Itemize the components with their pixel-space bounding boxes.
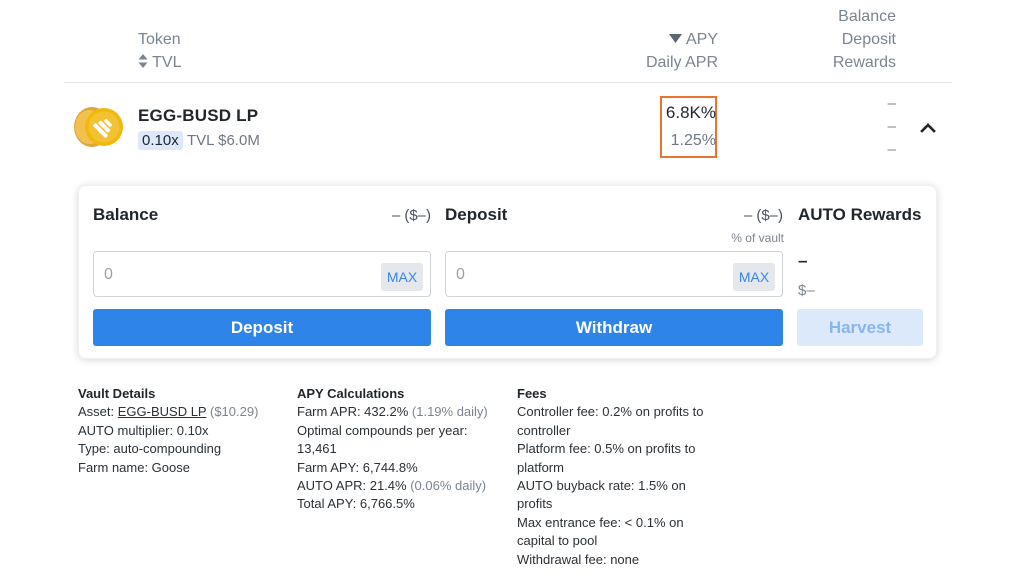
header-daily-apr[interactable]: Daily APR	[620, 51, 718, 74]
header-deposit[interactable]: Deposit	[800, 28, 896, 51]
vault-details-title: Vault Details	[78, 386, 156, 401]
token-tvl: TVL $6.0M	[187, 132, 260, 149]
asset-prefix: Asset:	[78, 404, 118, 420]
withdraw-button[interactable]: Withdraw	[445, 309, 783, 346]
deposit-max-button[interactable]: MAX	[733, 263, 775, 291]
platform-fee-line: Platform fee: 0.5% on profits to	[517, 441, 696, 457]
header-tvl-sort[interactable]: TVL	[138, 51, 182, 74]
header-rewards[interactable]: Rewards	[800, 51, 896, 74]
apy-value: 6.8K%	[665, 103, 716, 122]
updown-sort-icon	[138, 54, 148, 68]
controller-fee-line-2: controller	[517, 422, 571, 438]
header-token-label[interactable]: Token	[138, 28, 181, 51]
type-line: Type: auto-compounding	[78, 441, 222, 457]
withdrawal-fee-line: Withdrawal fee: none	[517, 551, 640, 567]
header-apy-sort[interactable]: APY	[640, 28, 718, 51]
entrance-fee-line-2: capital to pool	[517, 533, 598, 549]
deposit-value: – ($–)	[743, 207, 783, 224]
buyback-rate-line-2: profits	[517, 496, 553, 512]
harvest-button[interactable]: Harvest	[797, 309, 923, 346]
asset-price: ($10.29)	[206, 404, 259, 420]
balance-amount-input[interactable]: 0 MAX	[93, 251, 431, 297]
auto-apr-daily: (0.06% daily)	[406, 478, 487, 494]
header-apy-label: APY	[685, 31, 718, 48]
header-tvl-label: TVL	[152, 54, 182, 71]
balance-input-value: 0	[104, 266, 113, 283]
platform-fee-line-2: platform	[517, 459, 564, 475]
deposit-input-value: 0	[456, 266, 465, 283]
rewards-usd: $–	[798, 282, 815, 299]
auto-multiplier-line: AUTO multiplier: 0.10x	[78, 422, 209, 438]
auto-rewards-title: AUTO Rewards	[798, 205, 922, 224]
daily-apr-value: 1.25%	[670, 132, 716, 149]
withdraw-amount-input[interactable]: 0 MAX	[445, 251, 783, 297]
balance-max-button[interactable]: MAX	[381, 263, 423, 291]
chevron-up-icon[interactable]	[918, 120, 938, 136]
auto-apr: AUTO APR: 21.4%	[297, 478, 407, 494]
farm-apy-line: Farm APY: 6,744.8%	[297, 459, 418, 475]
vault-details-section: Vault Details Asset: EGG-BUSD LP ($10.29…	[78, 385, 288, 477]
entrance-fee-line: Max entrance fee: < 0.1% on	[517, 514, 684, 530]
header-balance[interactable]: Balance	[800, 5, 896, 28]
row-rewards-value: –	[887, 141, 896, 158]
apy-calculations-title: APY Calculations	[297, 386, 405, 401]
asset-line: Asset: EGG-BUSD LP ($10.29)	[78, 403, 288, 421]
apy-calculations-section: APY Calculations Farm APR: 432.2% (1.19%…	[297, 385, 507, 514]
caret-down-icon	[668, 34, 682, 43]
total-apy-line: Total APY: 6,766.5%	[297, 496, 415, 512]
deposit-button[interactable]: Deposit	[93, 309, 431, 346]
vault-row[interactable]	[64, 90, 952, 166]
egg-busd-token-icon	[74, 107, 123, 147]
auto-apr-line: AUTO APR: 21.4% (0.06% daily)	[297, 477, 507, 495]
row-deposit-value: –	[887, 118, 896, 135]
asset-link[interactable]: EGG-BUSD LP	[118, 404, 207, 419]
multiplier-badge: 0.10x	[138, 131, 183, 150]
deposit-title: Deposit	[445, 205, 508, 224]
fees-section: Fees Controller fee: 0.2% on profits to …	[517, 385, 737, 569]
farm-name-line: Farm name: Goose	[78, 459, 190, 475]
fees-title: Fees	[517, 386, 547, 401]
farm-apr-daily: (1.19% daily)	[408, 404, 488, 420]
header-divider	[64, 82, 952, 83]
farm-apr-line: Farm APR: 432.2% (1.19% daily)	[297, 403, 507, 421]
buyback-rate-line: AUTO buyback rate: 1.5% on	[517, 478, 686, 494]
farm-apr: Farm APR: 432.2%	[297, 404, 409, 420]
balance-value: – ($–)	[391, 207, 431, 224]
token-name: EGG-BUSD LP	[138, 106, 259, 125]
pct-of-vault: % of vault	[731, 231, 784, 245]
balance-title: Balance	[93, 205, 159, 224]
rewards-amount: –	[798, 251, 808, 270]
optimal-compounds-line: Optimal compounds per year:	[297, 422, 468, 438]
optimal-compounds-value: 13,461	[297, 441, 337, 457]
row-balance-value: –	[887, 95, 896, 112]
controller-fee-line: Controller fee: 0.2% on profits to	[517, 404, 704, 420]
